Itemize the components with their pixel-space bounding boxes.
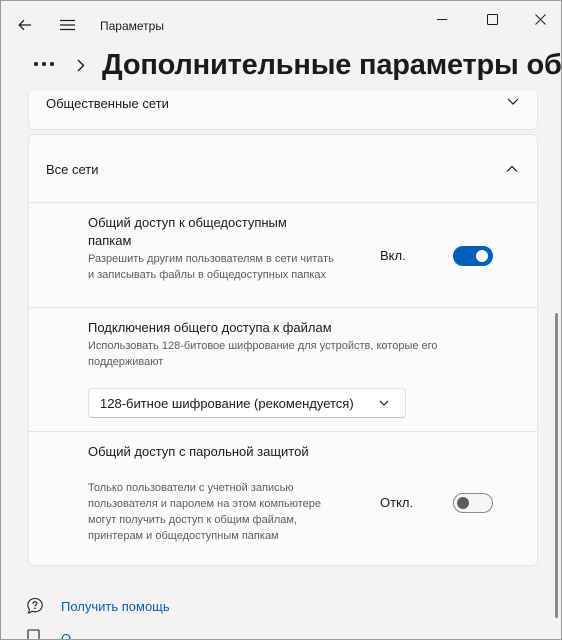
all-networks-section: Все сети Общий доступ к общедоступным па… <box>28 134 538 566</box>
feedback-link[interactable]: О <box>25 628 72 640</box>
public-networks-label: Общественные сети <box>46 96 169 111</box>
page-title: Дополнительные параметры общего доступа <box>102 49 562 81</box>
file-sharing-connections-description: Использовать 128-битовое шифрование для … <box>88 340 438 368</box>
public-networks-section[interactable]: Общественные сети <box>28 91 538 130</box>
feedback-icon <box>25 628 45 639</box>
close-icon <box>534 13 546 25</box>
encryption-dropdown[interactable]: 128-битное шифрование (рекомендуется) <box>88 388 406 418</box>
public-folder-sharing-state: Вкл. <box>380 248 406 263</box>
more-dots-icon <box>34 62 54 66</box>
feedback-label: О <box>61 630 72 640</box>
close-button[interactable] <box>517 1 561 37</box>
back-arrow-icon <box>18 19 31 31</box>
navigation-menu-button[interactable] <box>53 13 81 37</box>
public-folder-sharing-description: Разрешить другим пользователям в сети чи… <box>88 253 334 281</box>
password-protected-sharing-state: Откл. <box>380 495 414 510</box>
minimize-icon <box>437 19 447 20</box>
vertical-scrollbar[interactable] <box>555 313 558 618</box>
all-networks-header[interactable]: Все сети <box>29 135 537 202</box>
breadcrumb-chevron-icon <box>73 54 89 76</box>
public-folder-sharing-setting: Общий доступ к общедоступным папкам Разр… <box>29 202 537 307</box>
public-folder-sharing-title: Общий доступ к общедоступным папкам <box>88 215 287 248</box>
help-icon <box>25 596 45 616</box>
maximize-icon <box>486 13 498 25</box>
settings-window: Параметры Дополнительные параметры общег… <box>0 0 562 640</box>
maximize-button[interactable] <box>469 1 515 37</box>
encryption-dropdown-value: 128-битное шифрование (рекомендуется) <box>100 396 354 411</box>
file-sharing-connections-title: Подключения общего доступа к файлам <box>88 320 332 335</box>
breadcrumb: Дополнительные параметры общего доступа <box>1 45 561 91</box>
title-bar: Параметры <box>1 1 561 49</box>
password-protected-sharing-title: Общий доступ с парольной защитой <box>88 444 309 459</box>
back-button[interactable] <box>11 13 39 37</box>
file-sharing-connections-setting: Подключения общего доступа к файлам Испо… <box>29 307 537 431</box>
hamburger-icon <box>59 19 75 31</box>
settings-content: Общественные сети Все сети Общий доступ … <box>1 91 561 640</box>
password-protected-sharing-setting: Общий доступ с парольной защитой Только … <box>29 431 537 565</box>
password-protected-sharing-toggle[interactable] <box>453 493 493 513</box>
toggle-knob <box>476 250 488 262</box>
chevron-down-icon <box>379 400 389 406</box>
chevron-up-icon <box>506 165 518 172</box>
app-title: Параметры <box>100 19 164 33</box>
breadcrumb-more-button[interactable] <box>29 53 59 75</box>
get-help-label: Получить помощь <box>61 598 170 614</box>
chevron-down-icon <box>507 98 519 105</box>
password-protected-sharing-description: Только пользователи с учетной записью по… <box>88 482 321 542</box>
toggle-knob <box>457 497 469 509</box>
get-help-link[interactable]: Получить помощь <box>25 596 170 616</box>
minimize-button[interactable] <box>419 1 465 37</box>
public-folder-sharing-toggle[interactable] <box>453 246 493 266</box>
all-networks-label: Все сети <box>46 162 99 177</box>
